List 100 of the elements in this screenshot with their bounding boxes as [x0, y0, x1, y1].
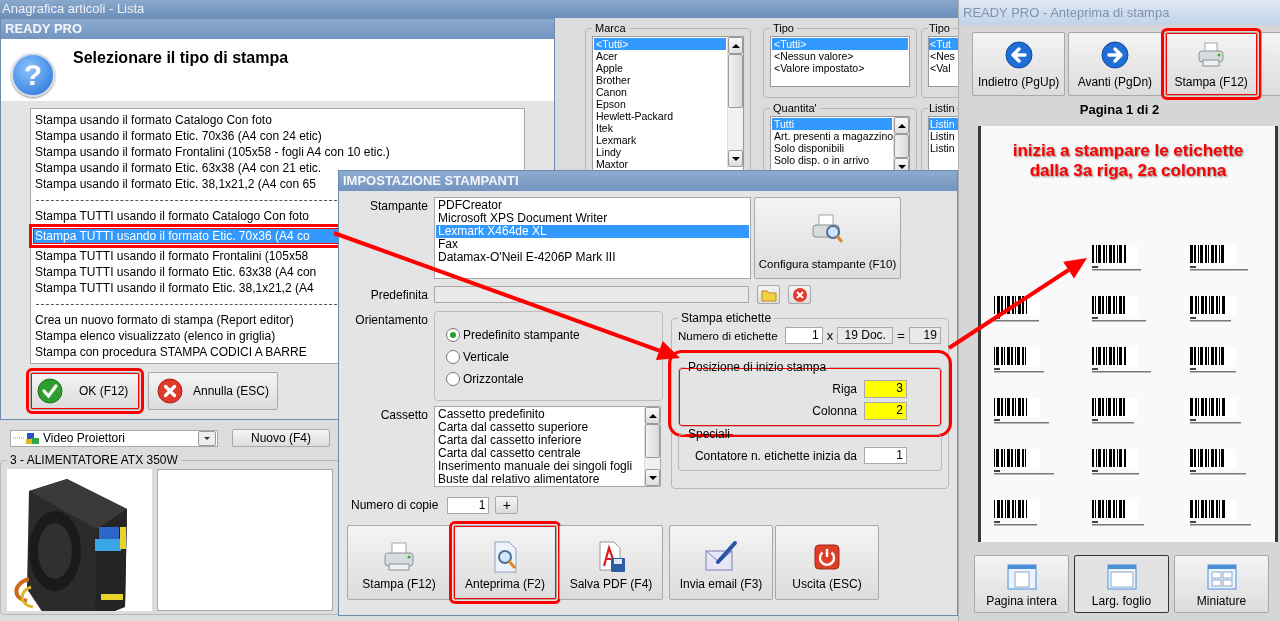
list-item[interactable]: PDFCreator [436, 199, 749, 212]
group-title: Tipo [928, 22, 951, 34]
field-label: Numero di etichette [678, 329, 778, 342]
radio-button[interactable] [446, 350, 460, 364]
list-item[interactable]: Cassetto predefinito [436, 408, 643, 421]
pdf-button[interactable]: Salva PDF (F4) [559, 525, 663, 600]
group-title: Marca [594, 22, 627, 34]
dropdown-button[interactable] [198, 430, 216, 446]
list-item[interactable]: Itek [594, 122, 726, 134]
group-title: Listin [928, 102, 956, 114]
list-item[interactable]: Canon [594, 86, 726, 98]
printer-magnifier-icon [810, 212, 845, 246]
view-button[interactable]: Miniature [1174, 555, 1269, 613]
window-title: READY PRO - Anteprima di stampa [959, 0, 1280, 25]
radio-button[interactable] [446, 372, 460, 386]
email-button[interactable]: Invia email (F3) [669, 525, 773, 600]
list-item[interactable]: Solo disp. o in arrivo [772, 154, 892, 166]
field-label: Stampante [368, 198, 428, 213]
list-item[interactable]: Carta dal cassetto superiore [436, 421, 643, 434]
exit-button[interactable]: Uscita (ESC) [775, 525, 879, 600]
annotation-text: inizia a stampare le etichette dalla 3a riga, 2a colonna [1011, 140, 1245, 181]
scrollbar[interactable] [727, 37, 743, 167]
field-label: Orientamento [354, 312, 428, 327]
clear-button[interactable] [788, 285, 811, 304]
list-item[interactable]: Stampa usando il formato Catalogo Con foto [33, 112, 522, 128]
list-item[interactable]: Brother [594, 74, 726, 86]
tree-icon [11, 431, 41, 445]
field-label: Predefinita [369, 287, 428, 302]
radio-button[interactable] [446, 328, 460, 342]
list-item[interactable]: <Nessun valore> [772, 50, 908, 62]
list-item[interactable]: <Valore impostato> [772, 62, 908, 74]
group-title: Stampa etichette [680, 311, 773, 325]
view-button[interactable]: Pagina intera [974, 555, 1069, 613]
list-item[interactable]: Lindy [594, 146, 726, 158]
window-title: IMPOSTAZIONE STAMPANTI [339, 171, 957, 191]
field-label: Contatore n. etichette inizia da [694, 448, 857, 463]
new-button[interactable]: Nuovo (F4) [232, 429, 330, 447]
list-item[interactable]: Lexmark [594, 134, 726, 146]
field-label: Cassetto [379, 407, 428, 422]
folder-icon [760, 287, 777, 302]
list-box[interactable]: <Tutti> Acer Apple Brother Canon Epson Hewlett-Packard Itek Lexmark Lindy Maxtor [592, 36, 744, 171]
envelope-pen-icon [704, 540, 738, 574]
field-label: Colonna [812, 404, 857, 418]
print-button[interactable]: Stampa (F12) [347, 525, 451, 600]
list-box[interactable]: <Tutti> <Nessun valore> <Valore impostato> [770, 36, 910, 87]
field-label: Riga [832, 382, 857, 396]
list-item[interactable]: Inserimento manuale dei singoli fogli [436, 460, 643, 473]
list-item[interactable]: Hewlett-Packard [594, 110, 726, 122]
close-icon [791, 286, 808, 303]
list-item[interactable]: Epson [594, 98, 726, 110]
number-field[interactable]: 1 [864, 447, 907, 464]
list-item[interactable]: Art. presenti a magazzino [772, 130, 892, 142]
number-field[interactable]: 2 [864, 402, 907, 420]
list-item[interactable]: Solo disponibili [772, 142, 892, 154]
radio-label[interactable]: Orizzontale [463, 372, 524, 386]
list-item[interactable]: Carta dal cassetto centrale [436, 447, 643, 460]
list-box[interactable]: PDFCreator Microsoft XPS Document Writer Lexmark X464de XL Fax Datamax-O'Neil E-4206P Mark III [434, 197, 751, 279]
field-label: Numero di copie [351, 498, 439, 512]
list-item[interactable]: Stampa usando il formato Etic. 70x36 (A4 con 24 etic) [33, 128, 522, 144]
cancel-icon [157, 378, 183, 404]
barcode-label [1190, 500, 1254, 526]
list-box[interactable]: Tutti Art. presenti a magazzino Solo disponibili Solo disp. o in arrivo [770, 116, 910, 171]
group-title: Quantita' [772, 102, 818, 114]
view-button[interactable]: Larg. foglio [1074, 555, 1169, 613]
list-item[interactable]: Carta dal cassetto inferiore [436, 434, 643, 447]
printer-icon [382, 540, 416, 574]
list-item[interactable]: Acer [594, 50, 726, 62]
list-item[interactable]: Stampa usando il formato Frontalini (105x58 - fogli A4 con 10 etic.) [33, 144, 522, 160]
forward-button[interactable]: Avanti (PgDn) [1068, 32, 1162, 96]
list-item[interactable]: Apple [594, 62, 726, 74]
number-field[interactable]: 1 [784, 327, 823, 344]
group-title: Tipo [772, 22, 795, 34]
check-icon [37, 378, 63, 404]
group-title: 3 - ALIMENTATORE ATX 350W [9, 453, 179, 467]
dropdown-field[interactable]: Video Proiettori [10, 429, 218, 447]
cancel-button[interactable]: Annulla (ESC) [148, 372, 279, 410]
browse-button[interactable] [757, 285, 780, 304]
configure-printer-button[interactable]: Configura stampante (F10) [754, 197, 901, 279]
dropdown-value: Video Proiettori [43, 431, 126, 445]
text-field[interactable] [434, 286, 749, 303]
scrollbar[interactable] [893, 117, 909, 170]
dialog-heading: Selezionare il tipo di stampa [73, 49, 289, 68]
list-item[interactable]: Buste dal relativo alimentatore [436, 473, 643, 486]
scrollbar[interactable] [644, 407, 660, 486]
number-field[interactable]: 1 [447, 496, 490, 514]
equals-sign: = [897, 328, 905, 343]
page-view-icon [1006, 564, 1037, 590]
list-box[interactable]: Cassetto predefinito Carta dal cassetto superiore Carta dal cassetto inferiore Carta dal cassetto centrale Inserimento manuale dei singoli fogli Buste dal relativo alimentatore [434, 406, 661, 487]
window-title: READY PRO [1, 19, 554, 39]
plus-button[interactable]: + [495, 496, 519, 514]
list-item[interactable]: Maxtor [594, 158, 726, 170]
back-button[interactable]: Indietro (PgUp) [972, 32, 1066, 96]
page-number: Pagina 1 di 2 [1078, 102, 1161, 119]
radio-label[interactable]: Predefinito stampante [463, 328, 580, 342]
list-item[interactable]: Microsoft XPS Document Writer [436, 212, 749, 225]
width-view-icon [1106, 564, 1137, 590]
radio-label[interactable]: Verticale [463, 350, 510, 364]
number-field[interactable]: 3 [864, 380, 907, 398]
list-item[interactable]: Datamax-O'Neil E-4206P Mark III [436, 251, 749, 264]
toolbar-button[interactable] [1260, 32, 1280, 96]
